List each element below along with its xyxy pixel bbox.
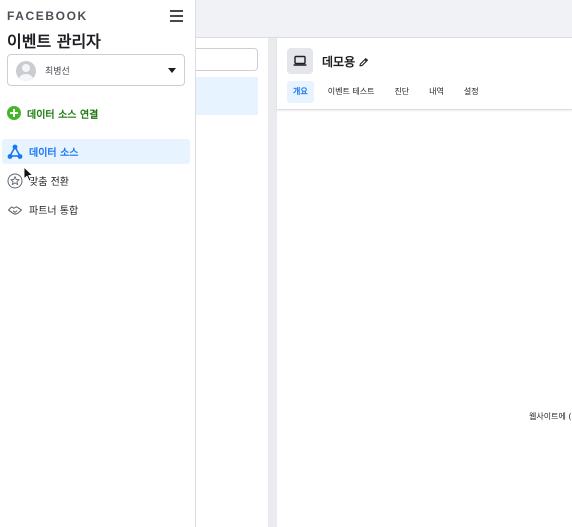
sidebar-item-label: 파트너 통합: [29, 206, 79, 217]
tab-settings[interactable]: 설정: [458, 81, 485, 103]
account-selector[interactable]: 최병선: [7, 54, 185, 86]
detail-tabs: 개요 이벤트 테스트 진단 내역 설정: [287, 81, 493, 103]
mouse-cursor-icon: [23, 166, 34, 186]
app-title: 이벤트 관리자: [7, 32, 101, 51]
laptop-icon: [287, 48, 313, 74]
account-name: 최병선: [45, 67, 70, 77]
tab-history[interactable]: 내역: [423, 81, 450, 103]
pencil-icon[interactable]: [358, 53, 369, 72]
avatar: [16, 61, 36, 81]
data-source-list-panel: [196, 38, 268, 527]
facebook-logo[interactable]: FACEBOOK: [7, 9, 88, 23]
connect-data-source-button[interactable]: 데이터 소스 연결: [7, 104, 98, 122]
sidebar-item-label: 맞춤 전환: [29, 177, 69, 188]
star-icon: [7, 173, 23, 189]
data-source-search-input[interactable]: [196, 48, 258, 71]
sidebar-item-data-sources[interactable]: 데이터 소스: [2, 139, 190, 164]
data-source-title: 데모용: [322, 55, 356, 69]
caret-down-icon: [168, 68, 176, 73]
detail-header: 데모용 개요 이벤트 테스트 진단 내역 설정: [277, 38, 572, 110]
tab-diagnostics[interactable]: 진단: [388, 81, 415, 103]
sidebar-item-label: 데이터 소스: [29, 148, 79, 159]
website-setup-text: 웹사이트에 (: [529, 412, 572, 421]
data-source-detail-panel: 데모용 개요 이벤트 테스트 진단 내역 설정 웹사이트에 (: [277, 38, 572, 527]
data-source-list-item-selected[interactable]: [196, 77, 258, 115]
tab-overview[interactable]: 개요: [287, 81, 314, 103]
data-source-icon: [7, 144, 23, 160]
sidebar: FACEBOOK 이벤트 관리자 최병선 데이터 소스 연결 데이터 소스 맞춤…: [0, 0, 196, 527]
connect-data-source-label: 데이터 소스 연결: [27, 109, 99, 121]
tab-test-events[interactable]: 이벤트 테스트: [322, 81, 381, 103]
handshake-icon: [7, 202, 23, 218]
hamburger-menu-icon[interactable]: [170, 9, 184, 22]
sidebar-item-partner-integrations[interactable]: 파트너 통합: [2, 197, 190, 222]
plus-circle-icon: [7, 106, 21, 120]
